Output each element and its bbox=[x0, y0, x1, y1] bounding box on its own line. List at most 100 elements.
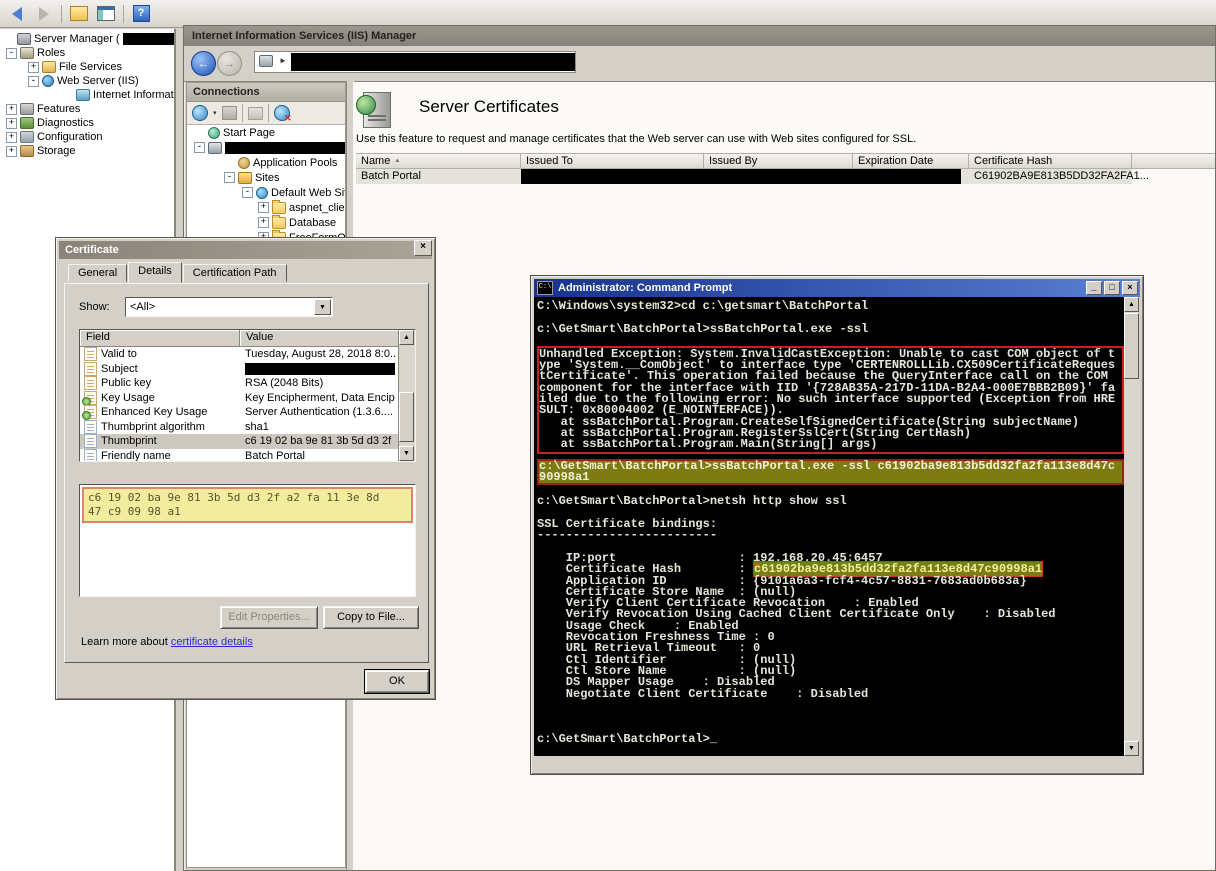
column-header-name[interactable]: Name▲ bbox=[356, 154, 521, 168]
cmd-title-bar[interactable]: C:\ Administrator: Command Prompt _ □ × bbox=[534, 279, 1140, 297]
cmd-scrollbar[interactable]: ▲ ▼ bbox=[1124, 297, 1140, 756]
tree-item-start-page[interactable]: Start Page bbox=[187, 125, 345, 140]
app-pools-icon bbox=[238, 157, 250, 169]
iis-back-button[interactable]: ← bbox=[191, 51, 216, 76]
tree-item-label: Configuration bbox=[37, 131, 102, 143]
expander-icon[interactable]: + bbox=[28, 62, 39, 73]
scroll-down-icon[interactable]: ▼ bbox=[1124, 741, 1139, 756]
grid-row-valid-to[interactable]: Valid toTuesday, August 28, 2018 8:0... bbox=[80, 347, 415, 362]
chevron-down-icon[interactable]: ▼ bbox=[314, 299, 331, 315]
console-tree-button[interactable] bbox=[69, 4, 89, 24]
tree-item-sites[interactable]: - Sites bbox=[187, 170, 345, 185]
maximize-button[interactable]: □ bbox=[1104, 281, 1120, 295]
grid-row-public-key[interactable]: Public keyRSA (2048 Bits) bbox=[80, 376, 415, 391]
expander-icon[interactable]: - bbox=[242, 187, 253, 198]
expander-icon[interactable]: - bbox=[6, 48, 17, 59]
dialog-title-bar[interactable]: Certificate bbox=[59, 241, 432, 259]
forward-button[interactable] bbox=[34, 4, 54, 24]
iis-forward-button[interactable]: → bbox=[217, 51, 242, 76]
dropdown-caret-icon[interactable]: ▾ bbox=[213, 109, 217, 117]
certificates-table: Name▲Issued ToIssued ByExpiration DateCe… bbox=[356, 153, 1215, 185]
panes-button[interactable] bbox=[96, 4, 116, 24]
expander-icon[interactable]: - bbox=[224, 172, 235, 183]
tree-item-server-manager-[interactable]: Server Manager ( bbox=[0, 32, 174, 46]
terminal-output[interactable]: C:\Windows\system32>cd c:\getsmart\Batch… bbox=[534, 297, 1128, 756]
column-header-expiration-date[interactable]: Expiration Date bbox=[853, 154, 969, 168]
expander-icon[interactable]: + bbox=[258, 202, 269, 213]
tree-item-database[interactable]: +Database bbox=[187, 215, 345, 230]
connect-dropdown-icon[interactable] bbox=[192, 105, 208, 121]
tree-item-web-server-iis-[interactable]: -Web Server (IIS) bbox=[0, 74, 174, 88]
field-column-header[interactable]: Field bbox=[80, 330, 240, 346]
cmd-window-title: Administrator: Command Prompt bbox=[558, 282, 732, 294]
server-manager-icon bbox=[17, 33, 31, 45]
copy-to-file-button[interactable]: Copy to File... bbox=[323, 606, 419, 629]
tree-item-redacted[interactable]: - bbox=[187, 140, 345, 155]
value-column-header[interactable]: Value bbox=[240, 330, 415, 346]
tree-item-storage[interactable]: +Storage bbox=[0, 144, 174, 158]
show-dropdown[interactable]: <All> ▼ bbox=[125, 297, 333, 317]
tree-item-features[interactable]: +Features bbox=[0, 102, 174, 116]
iis-address-box[interactable]: ► bbox=[254, 51, 576, 73]
tab-details[interactable]: Details bbox=[128, 262, 182, 283]
back-button[interactable] bbox=[7, 4, 27, 24]
scroll-up-icon[interactable]: ▲ bbox=[1124, 297, 1139, 312]
tree-item-roles[interactable]: -Roles bbox=[0, 46, 174, 60]
tree-item-aspnet-client[interactable]: +aspnet_client bbox=[187, 200, 345, 215]
column-header-issued-to[interactable]: Issued To bbox=[521, 154, 704, 168]
grid-row-thumbprint-algorithm[interactable]: Thumbprint algorithmsha1 bbox=[80, 420, 415, 435]
grid-scrollbar[interactable]: ▲ ▼ bbox=[398, 330, 415, 461]
iis-title-bar[interactable]: Internet Information Services (IIS) Mana… bbox=[184, 26, 1215, 46]
close-button[interactable]: × bbox=[414, 240, 432, 256]
folder-icon bbox=[272, 202, 286, 214]
features-icon bbox=[20, 103, 34, 115]
help-button[interactable]: ? bbox=[131, 4, 151, 24]
grid-row-friendly-name[interactable]: Friendly nameBatch Portal bbox=[80, 449, 415, 463]
close-button[interactable]: × bbox=[1122, 281, 1138, 295]
expander-icon[interactable]: - bbox=[194, 142, 205, 153]
go-up-icon[interactable] bbox=[248, 107, 263, 120]
field-detail-box[interactable]: c6 19 02 ba 9e 81 3b 5d d3 2f a2 fa 11 3… bbox=[79, 484, 416, 597]
tree-item-default-web-site[interactable]: -Default Web Site bbox=[187, 185, 345, 200]
tree-item-label: Sites bbox=[255, 172, 279, 184]
table-row[interactable]: Batch Portal C61902BA9E813B5DD32FA2FA1..… bbox=[356, 169, 1215, 184]
tree-item-internet-information-se[interactable]: Internet Information Se bbox=[0, 88, 174, 102]
expander-icon[interactable]: + bbox=[258, 217, 269, 228]
remove-connection-icon[interactable]: ✕ bbox=[274, 105, 290, 121]
connections-header: Connections bbox=[187, 83, 345, 102]
feature-description: Use this feature to request and manage c… bbox=[356, 133, 916, 145]
server-manager-tree: Server Manager (-Roles+File Services-Web… bbox=[0, 29, 174, 158]
server-manager-toolbar: ? bbox=[0, 0, 1216, 28]
grid-row-thumbprint[interactable]: Thumbprintc6 19 02 ba 9e 81 3b 5d d3 2f … bbox=[80, 434, 415, 449]
field-name: Public key bbox=[101, 377, 241, 389]
tree-item-application-pools[interactable]: Application Pools bbox=[187, 155, 345, 170]
tab-general[interactable]: General bbox=[68, 264, 127, 282]
expander-icon[interactable]: + bbox=[6, 132, 17, 143]
expander-icon[interactable]: + bbox=[6, 104, 17, 115]
scrollbar-thumb[interactable] bbox=[1124, 313, 1139, 379]
grid-row-key-usage[interactable]: Key UsageKey Encipherment, Data Encip... bbox=[80, 391, 415, 406]
expander-icon[interactable]: + bbox=[6, 146, 17, 157]
red-x-icon: ✕ bbox=[284, 114, 292, 123]
certificate-details-link[interactable]: certificate details bbox=[171, 636, 253, 648]
grid-row-enhanced-key-usage[interactable]: Enhanced Key UsageServer Authentication … bbox=[80, 405, 415, 420]
save-connections-icon[interactable] bbox=[222, 106, 237, 120]
certificate-name-cell: Batch Portal bbox=[361, 170, 421, 182]
tab-certification-path[interactable]: Certification Path bbox=[183, 264, 287, 282]
expander-icon[interactable]: + bbox=[6, 118, 17, 129]
scroll-up-icon[interactable]: ▲ bbox=[399, 330, 414, 345]
edit-properties-button[interactable]: Edit Properties... bbox=[220, 606, 318, 629]
cert-prop-icon bbox=[84, 449, 97, 462]
tree-item-diagnostics[interactable]: +Diagnostics bbox=[0, 116, 174, 130]
column-header-certificate-hash[interactable]: Certificate Hash bbox=[969, 154, 1132, 168]
scrollbar-thumb[interactable] bbox=[399, 392, 414, 442]
terminal-line: C:\Windows\system32>cd c:\getsmart\Batch… bbox=[537, 301, 1128, 312]
minimize-button[interactable]: _ bbox=[1086, 281, 1102, 295]
ok-button[interactable]: OK bbox=[365, 670, 429, 693]
expander-icon[interactable]: - bbox=[28, 76, 39, 87]
tree-item-file-services[interactable]: +File Services bbox=[0, 60, 174, 74]
column-header-issued-by[interactable]: Issued By bbox=[704, 154, 853, 168]
scroll-down-icon[interactable]: ▼ bbox=[399, 446, 414, 461]
tree-item-configuration[interactable]: + Configuration bbox=[0, 130, 174, 144]
grid-row-subject[interactable]: Subject bbox=[80, 362, 415, 377]
